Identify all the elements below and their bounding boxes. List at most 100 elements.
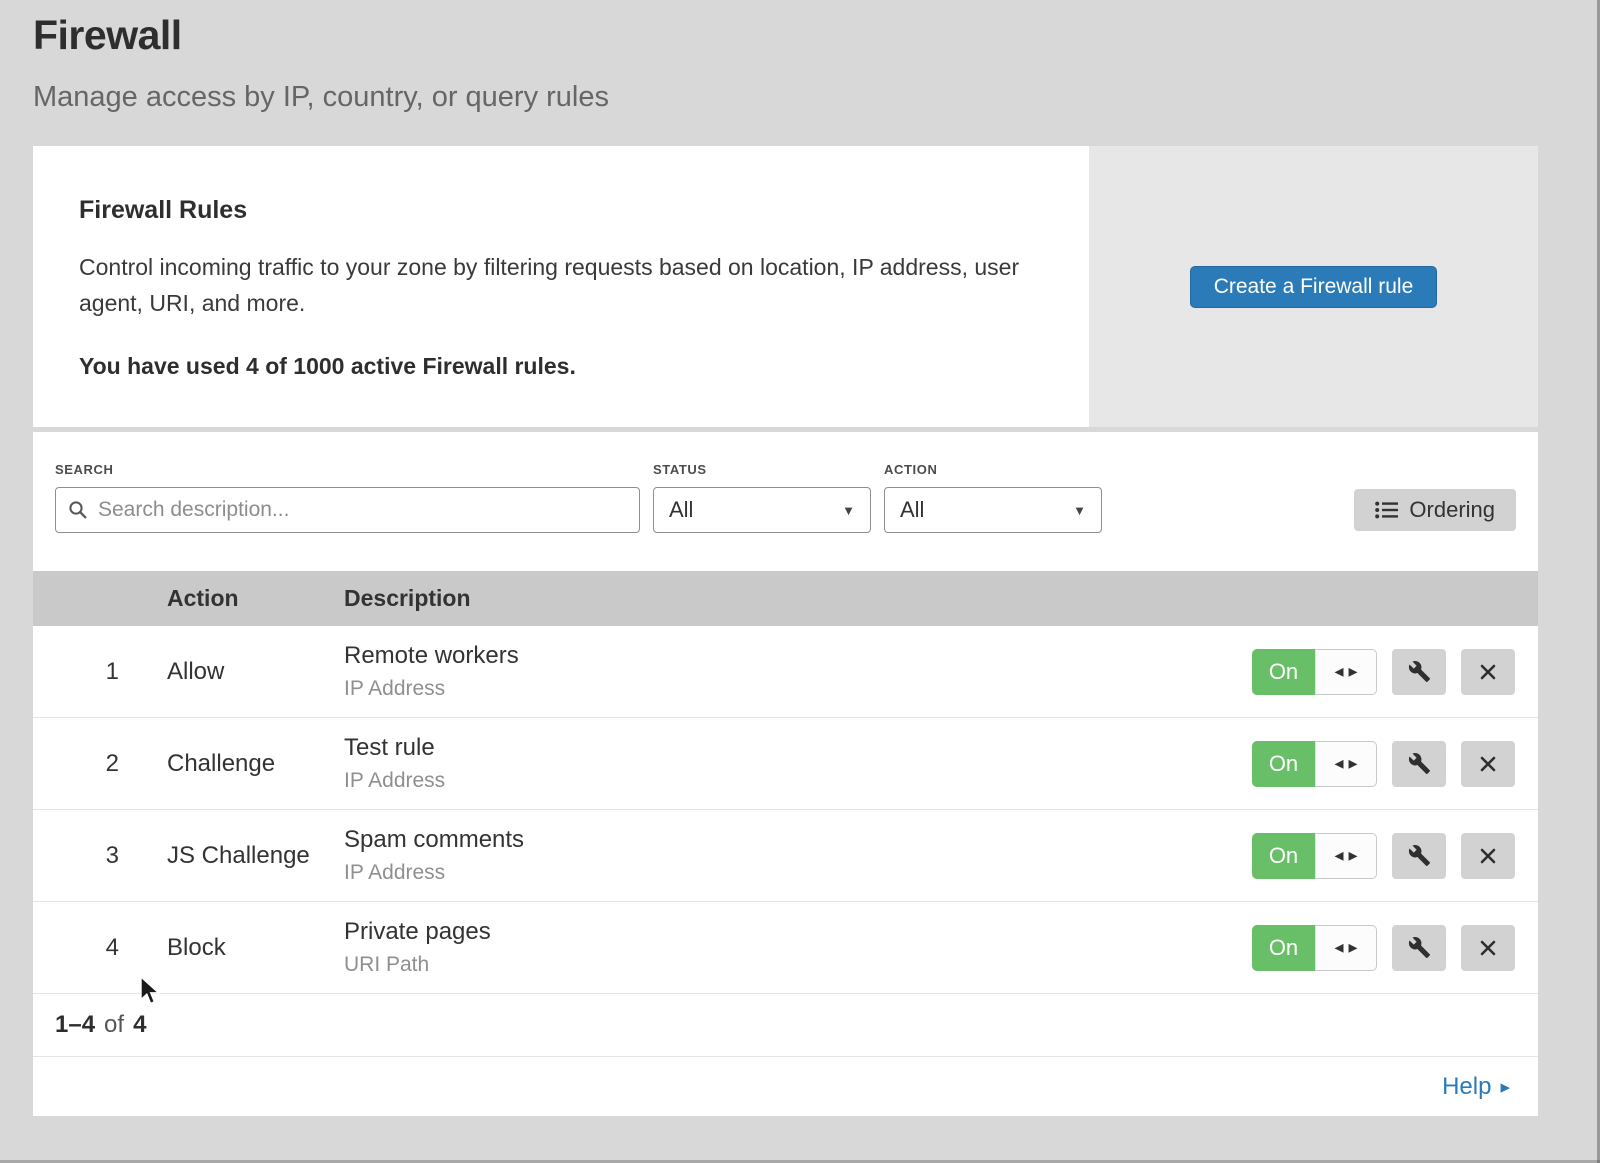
table-row: 3 JS Challenge Spam comments IP Address … <box>33 810 1538 902</box>
toggle-state-label[interactable]: On <box>1252 925 1315 971</box>
help-label: Help <box>1442 1073 1491 1101</box>
rule-controls: On ◂ ▸ <box>1252 925 1538 971</box>
rule-enabled-toggle[interactable]: On ◂ ▸ <box>1252 833 1377 879</box>
overview-text: Firewall Rules Control incoming traffic … <box>33 146 1089 427</box>
firewall-page: Firewall Manage access by IP, country, o… <box>0 0 1600 1163</box>
rule-match-type: URI Path <box>344 953 1252 977</box>
pagination: 1–4 of 4 <box>33 994 1538 1056</box>
edit-rule-button[interactable] <box>1392 649 1446 695</box>
rule-controls: On ◂ ▸ <box>1252 741 1538 787</box>
edit-rule-button[interactable] <box>1392 925 1446 971</box>
rule-enabled-toggle[interactable]: On ◂ ▸ <box>1252 649 1377 695</box>
edit-rule-button[interactable] <box>1392 833 1446 879</box>
search-field: SEARCH <box>55 462 640 533</box>
mouse-cursor <box>138 976 164 1006</box>
toggle-state-label[interactable]: On <box>1252 649 1315 695</box>
content: Firewall Rules Control incoming traffic … <box>33 146 1538 1116</box>
list-icon <box>1375 501 1398 519</box>
rule-description-cell: Private pages URI Path <box>344 918 1252 977</box>
search-input[interactable] <box>55 487 640 533</box>
column-header-description: Description <box>344 585 1252 612</box>
rule-match-type: IP Address <box>344 677 1252 701</box>
rule-description-cell: Test rule IP Address <box>344 734 1252 793</box>
toggle-arrows-icon: ◂ ▸ <box>1334 937 1357 958</box>
search-label: SEARCH <box>55 462 640 477</box>
toggle-arrows-icon: ◂ ▸ <box>1334 845 1357 866</box>
delete-rule-button[interactable] <box>1461 833 1515 879</box>
rule-number: 4 <box>33 934 167 962</box>
action-select[interactable]: All ▼ <box>884 487 1102 533</box>
wrench-icon <box>1408 752 1431 775</box>
page-title: Firewall <box>33 12 1600 59</box>
rule-number: 1 <box>33 658 167 686</box>
delete-rule-button[interactable] <box>1461 925 1515 971</box>
x-icon <box>1478 938 1498 958</box>
x-icon <box>1478 754 1498 774</box>
table-row: 2 Challenge Test rule IP Address On ◂ ▸ <box>33 718 1538 810</box>
rule-action: Challenge <box>167 750 344 778</box>
status-select[interactable]: All ▼ <box>653 487 871 533</box>
x-icon <box>1478 846 1498 866</box>
wrench-icon <box>1408 936 1431 959</box>
wrench-icon <box>1408 660 1431 683</box>
chevron-down-icon: ▼ <box>1073 503 1086 518</box>
delete-rule-button[interactable] <box>1461 741 1515 787</box>
delete-rule-button[interactable] <box>1461 649 1515 695</box>
page-subtitle: Manage access by IP, country, or query r… <box>33 81 1600 114</box>
x-icon <box>1478 662 1498 682</box>
table-row: 4 Block Private pages URI Path On ◂ ▸ <box>33 902 1538 994</box>
rule-action: Block <box>167 934 344 962</box>
table-row: 1 Allow Remote workers IP Address On ◂ ▸ <box>33 626 1538 718</box>
toggle-arrows-icon: ◂ ▸ <box>1334 661 1357 682</box>
rule-description: Private pages <box>344 918 1252 946</box>
rule-enabled-toggle[interactable]: On ◂ ▸ <box>1252 925 1377 971</box>
chevron-down-icon: ▼ <box>842 503 855 518</box>
overview-description: Control incoming traffic to your zone by… <box>79 249 1079 321</box>
help-arrow-icon: ▸ <box>1500 1076 1510 1097</box>
toggle-state-label[interactable]: On <box>1252 741 1315 787</box>
pagination-of: of <box>104 1011 124 1039</box>
rule-description-cell: Spam comments IP Address <box>344 826 1252 885</box>
firewall-rules-overview-card: Firewall Rules Control incoming traffic … <box>33 146 1538 427</box>
overview-usage: You have used 4 of 1000 active Firewall … <box>79 353 1089 380</box>
action-field: ACTION All ▼ <box>884 462 1102 533</box>
rule-number: 2 <box>33 750 167 778</box>
rule-controls: On ◂ ▸ <box>1252 833 1538 879</box>
status-field: STATUS All ▼ <box>653 462 871 533</box>
rule-action: Allow <box>167 658 344 686</box>
action-select-value: All <box>900 497 924 523</box>
pagination-range: 1–4 <box>55 1011 95 1039</box>
action-label: ACTION <box>884 462 1102 477</box>
column-header-action: Action <box>167 585 344 612</box>
help-row: Help ▸ <box>33 1056 1538 1116</box>
toggle-knob[interactable]: ◂ ▸ <box>1315 741 1377 787</box>
rule-number: 3 <box>33 842 167 870</box>
filters-bar: SEARCH STATUS All <box>33 432 1538 571</box>
rule-enabled-toggle[interactable]: On ◂ ▸ <box>1252 741 1377 787</box>
ordering-label: Ordering <box>1409 497 1495 523</box>
create-firewall-rule-button[interactable]: Create a Firewall rule <box>1190 266 1438 308</box>
status-select-value: All <box>669 497 693 523</box>
rule-description: Remote workers <box>344 642 1252 670</box>
rule-controls: On ◂ ▸ <box>1252 649 1538 695</box>
search-icon <box>67 499 88 520</box>
toggle-state-label[interactable]: On <box>1252 833 1315 879</box>
edit-rule-button[interactable] <box>1392 741 1446 787</box>
overview-heading: Firewall Rules <box>79 196 1089 225</box>
toggle-arrows-icon: ◂ ▸ <box>1334 753 1357 774</box>
toggle-knob[interactable]: ◂ ▸ <box>1315 649 1377 695</box>
rule-description: Spam comments <box>344 826 1252 854</box>
search-input-wrap <box>55 487 640 533</box>
rule-description-cell: Remote workers IP Address <box>344 642 1252 701</box>
page-header: Firewall Manage access by IP, country, o… <box>0 0 1600 114</box>
pagination-total: 4 <box>133 1011 146 1039</box>
toggle-knob[interactable]: ◂ ▸ <box>1315 833 1377 879</box>
firewall-rules-list-card: SEARCH STATUS All <box>33 432 1538 1116</box>
toggle-knob[interactable]: ◂ ▸ <box>1315 925 1377 971</box>
status-label: STATUS <box>653 462 871 477</box>
ordering-button[interactable]: Ordering <box>1354 489 1516 531</box>
rule-match-type: IP Address <box>344 769 1252 793</box>
overview-action-panel: Create a Firewall rule <box>1089 146 1538 427</box>
help-link[interactable]: Help ▸ <box>1442 1073 1510 1101</box>
rule-match-type: IP Address <box>344 861 1252 885</box>
